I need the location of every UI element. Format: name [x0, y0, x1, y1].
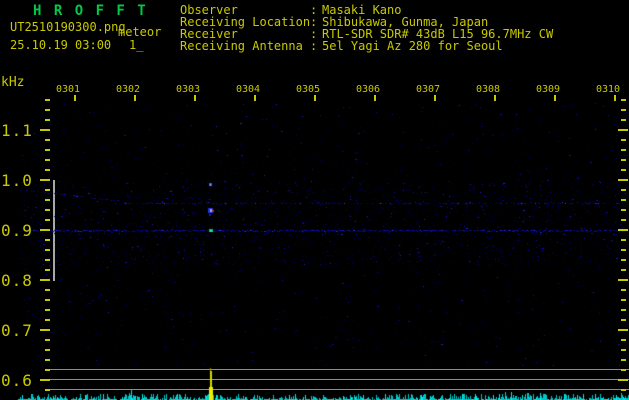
axis-tick	[621, 249, 626, 251]
axis-tick	[621, 359, 626, 361]
axis-tick	[45, 269, 50, 271]
axis-tick	[45, 249, 50, 251]
x-axis-time-label: 0301	[56, 84, 81, 95]
y-axis-tick-label: 0.6	[1, 371, 33, 390]
time-axis-tick	[614, 95, 616, 101]
axis-tick	[45, 389, 50, 391]
axis-tick	[45, 139, 50, 141]
axis-tick	[45, 209, 50, 211]
axis-tick	[45, 189, 50, 191]
filename-label: UT2510190300.png	[10, 20, 126, 34]
spectrogram-canvas	[0, 0, 629, 400]
axis-tick	[45, 349, 50, 351]
time-axis-tick	[554, 95, 556, 101]
axis-tick	[40, 329, 50, 331]
axis-tick	[45, 289, 50, 291]
axis-tick	[40, 279, 50, 281]
axis-tick	[621, 319, 626, 321]
axis-tick	[45, 159, 50, 161]
time-axis-tick	[374, 95, 376, 101]
axis-tick	[618, 179, 628, 181]
y-axis-tick-label: 0.9	[1, 221, 33, 240]
axis-tick	[45, 119, 50, 121]
x-axis-time-label: 0309	[536, 84, 561, 95]
info-label: Receiving Antenna	[180, 39, 303, 53]
x-axis-time-label: 0310	[596, 84, 621, 95]
axis-tick	[621, 339, 626, 341]
axis-tick	[45, 339, 50, 341]
axis-tick	[45, 109, 50, 111]
axis-tick	[40, 379, 50, 381]
axis-tick	[40, 229, 50, 231]
axis-tick	[45, 359, 50, 361]
axis-tick	[45, 309, 50, 311]
axis-tick	[621, 149, 626, 151]
axis-tick	[621, 219, 626, 221]
x-axis-time-label: 0308	[476, 84, 501, 95]
time-axis-tick	[254, 95, 256, 101]
axis-tick	[45, 299, 50, 301]
axis-tick	[621, 109, 626, 111]
x-axis-time-label: 0304	[236, 84, 261, 95]
axis-tick	[621, 349, 626, 351]
x-axis-time-label: 0302	[116, 84, 141, 95]
axis-tick	[621, 269, 626, 271]
axis-tick	[40, 129, 50, 131]
axis-tick	[621, 389, 626, 391]
axis-tick	[621, 209, 626, 211]
y-axis-tick-label: 1.1	[1, 121, 33, 140]
axis-tick	[45, 99, 50, 101]
time-axis-tick	[74, 95, 76, 101]
info-row: Receiving Antenna:5el Yagi Az 280 for Se…	[180, 40, 503, 52]
axis-tick	[618, 129, 628, 131]
hrofft-screen: H R O F F T UT2510190300.png meteor 25.1…	[0, 0, 629, 400]
axis-tick	[45, 169, 50, 171]
info-value: 5el Yagi Az 280 for Seoul	[322, 39, 503, 53]
axis-tick	[45, 259, 50, 261]
time-axis-tick	[434, 95, 436, 101]
time-axis-tick	[194, 95, 196, 101]
y-axis-unit-label: kHz	[1, 75, 25, 90]
axis-tick	[621, 299, 626, 301]
axis-tick	[45, 199, 50, 201]
axis-tick	[45, 219, 50, 221]
echo-counter-label: 1_	[129, 38, 144, 52]
axis-tick	[621, 119, 626, 121]
y-axis-tick-label: 0.8	[1, 271, 33, 290]
x-axis-time-label: 0303	[176, 84, 201, 95]
y-axis-tick-label: 1.0	[1, 171, 33, 190]
app-title: H R O F F T	[33, 3, 148, 19]
time-axis-tick	[134, 95, 136, 101]
axis-tick	[621, 289, 626, 291]
axis-tick	[621, 199, 626, 201]
time-axis-tick	[494, 95, 496, 101]
axis-tick	[618, 329, 628, 331]
axis-tick	[621, 99, 626, 101]
info-separator: :	[310, 39, 318, 53]
axis-tick	[45, 319, 50, 321]
axis-tick	[621, 259, 626, 261]
axis-tick	[40, 179, 50, 181]
x-axis-time-label: 0305	[296, 84, 321, 95]
axis-tick	[618, 229, 628, 231]
datetime-label: 25.10.19 03:00	[10, 38, 112, 52]
x-axis-time-label: 0306	[356, 84, 381, 95]
axis-tick	[45, 149, 50, 151]
axis-tick	[621, 369, 626, 371]
station-label: meteor	[118, 25, 162, 39]
axis-tick	[621, 139, 626, 141]
axis-tick	[621, 189, 626, 191]
axis-tick	[621, 159, 626, 161]
axis-tick	[621, 169, 626, 171]
axis-tick	[45, 239, 50, 241]
axis-tick	[621, 309, 626, 311]
time-axis-tick	[314, 95, 316, 101]
x-axis-time-label: 0307	[416, 84, 441, 95]
y-axis-tick-label: 0.7	[1, 321, 33, 340]
axis-tick	[621, 239, 626, 241]
axis-tick	[618, 279, 628, 281]
axis-tick	[618, 379, 628, 381]
axis-tick	[45, 369, 50, 371]
